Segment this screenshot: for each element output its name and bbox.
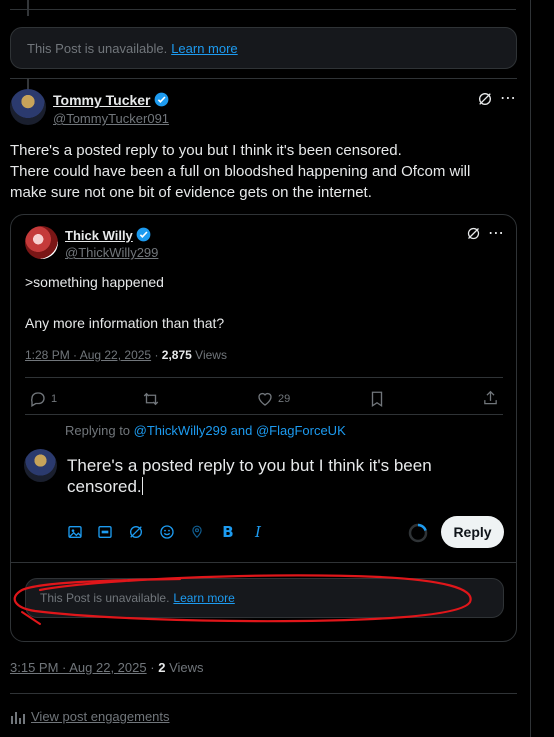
thread-line xyxy=(27,0,29,16)
more-options-icon[interactable]: ⋯ xyxy=(488,223,504,243)
post-metadata: 3:15 PM · Aug 22, 2025 · 2 Views xyxy=(10,660,204,675)
engagements-link[interactable]: View post engagements xyxy=(31,709,170,724)
italic-icon[interactable]: I xyxy=(247,521,269,543)
draft-line: censored. xyxy=(67,477,142,496)
unavailable-text: This Post is unavailable. xyxy=(27,40,168,56)
grok-icon[interactable] xyxy=(125,521,147,543)
author-row: Thick Willy xyxy=(65,227,151,245)
post-text-line: make sure not one bit of evidence gets o… xyxy=(10,184,372,201)
reply-icon xyxy=(30,392,45,407)
views-count: 2 xyxy=(158,660,166,675)
reply-action[interactable]: 1 xyxy=(29,390,57,408)
divider xyxy=(10,78,517,79)
reply-count: 1 xyxy=(51,393,58,405)
divider xyxy=(25,377,503,378)
verified-badge-icon xyxy=(136,227,151,242)
views-label: Views xyxy=(169,660,204,675)
gif-icon[interactable] xyxy=(94,521,116,543)
replying-prefix: Replying to xyxy=(65,423,131,438)
author-handle[interactable]: @TommyTucker091 xyxy=(53,111,169,126)
view-engagements[interactable]: View post engagements xyxy=(10,709,170,724)
timestamp[interactable]: 1:28 PM · Aug 22, 2025 xyxy=(25,348,151,362)
views-count: 2,875 xyxy=(161,348,192,362)
avatar[interactable] xyxy=(10,89,46,125)
unavailable-post-notice: This Post is unavailable. Learn more xyxy=(10,27,517,69)
avatar[interactable] xyxy=(25,226,58,259)
analytics-icon xyxy=(11,711,25,724)
image-icon[interactable] xyxy=(64,521,86,543)
replying-to: Replying to @ThickWilly299 and @FlagForc… xyxy=(65,423,346,438)
share-icon[interactable] xyxy=(482,389,499,407)
learn-more-link[interactable]: Learn more xyxy=(171,41,237,56)
divider xyxy=(11,562,516,563)
heart-icon xyxy=(258,392,272,406)
quoted-text-line: >something happened xyxy=(25,274,164,290)
divider xyxy=(25,414,503,415)
emoji-icon[interactable] xyxy=(156,521,178,543)
quoted-text-line: Any more information than that? xyxy=(25,315,225,331)
separator: · xyxy=(150,660,155,675)
author-handle[interactable]: @ThickWilly299 xyxy=(65,245,158,260)
reply-textarea[interactable]: There's a posted reply to you but I thin… xyxy=(67,455,487,497)
post-text-line: There's a posted reply to you but I thin… xyxy=(10,142,402,159)
bold-icon[interactable]: B xyxy=(217,521,239,543)
grok-icon[interactable] xyxy=(466,226,481,241)
draft-line: There's a posted reply to you but I thin… xyxy=(67,456,432,475)
avatar xyxy=(24,449,57,482)
reply-button[interactable]: Reply xyxy=(441,516,504,548)
replying-to-link[interactable]: @ThickWilly299 and @FlagForceUK xyxy=(134,423,346,438)
bookmark-icon[interactable] xyxy=(369,390,385,408)
divider xyxy=(10,693,517,694)
author-row: Tommy Tucker xyxy=(53,92,169,110)
quoted-metadata: 1:28 PM · Aug 22, 2025 · 2,875 Views xyxy=(25,348,227,362)
timestamp[interactable]: 3:15 PM · Aug 22, 2025 xyxy=(10,660,147,675)
location-icon[interactable] xyxy=(186,521,208,543)
previous-post-action-bar xyxy=(10,0,516,10)
author-name[interactable]: Tommy Tucker xyxy=(53,92,151,108)
post-text-line: There could have been a full on bloodshe… xyxy=(10,163,471,180)
column-divider xyxy=(530,0,531,737)
more-options-icon[interactable]: ⋯ xyxy=(500,88,516,108)
verified-badge-icon xyxy=(154,92,168,107)
repost-icon[interactable] xyxy=(142,390,160,408)
views-label: Views xyxy=(195,348,227,362)
post-text: There's a posted reply to you but I thin… xyxy=(10,140,520,203)
grok-icon[interactable] xyxy=(477,91,493,107)
text-cursor xyxy=(141,477,143,495)
like-action[interactable]: 29 xyxy=(256,390,290,408)
author-name[interactable]: Thick Willy xyxy=(65,228,133,243)
red-annotation-circle xyxy=(13,574,472,625)
character-count-ring xyxy=(408,523,428,548)
like-count: 29 xyxy=(278,393,291,405)
